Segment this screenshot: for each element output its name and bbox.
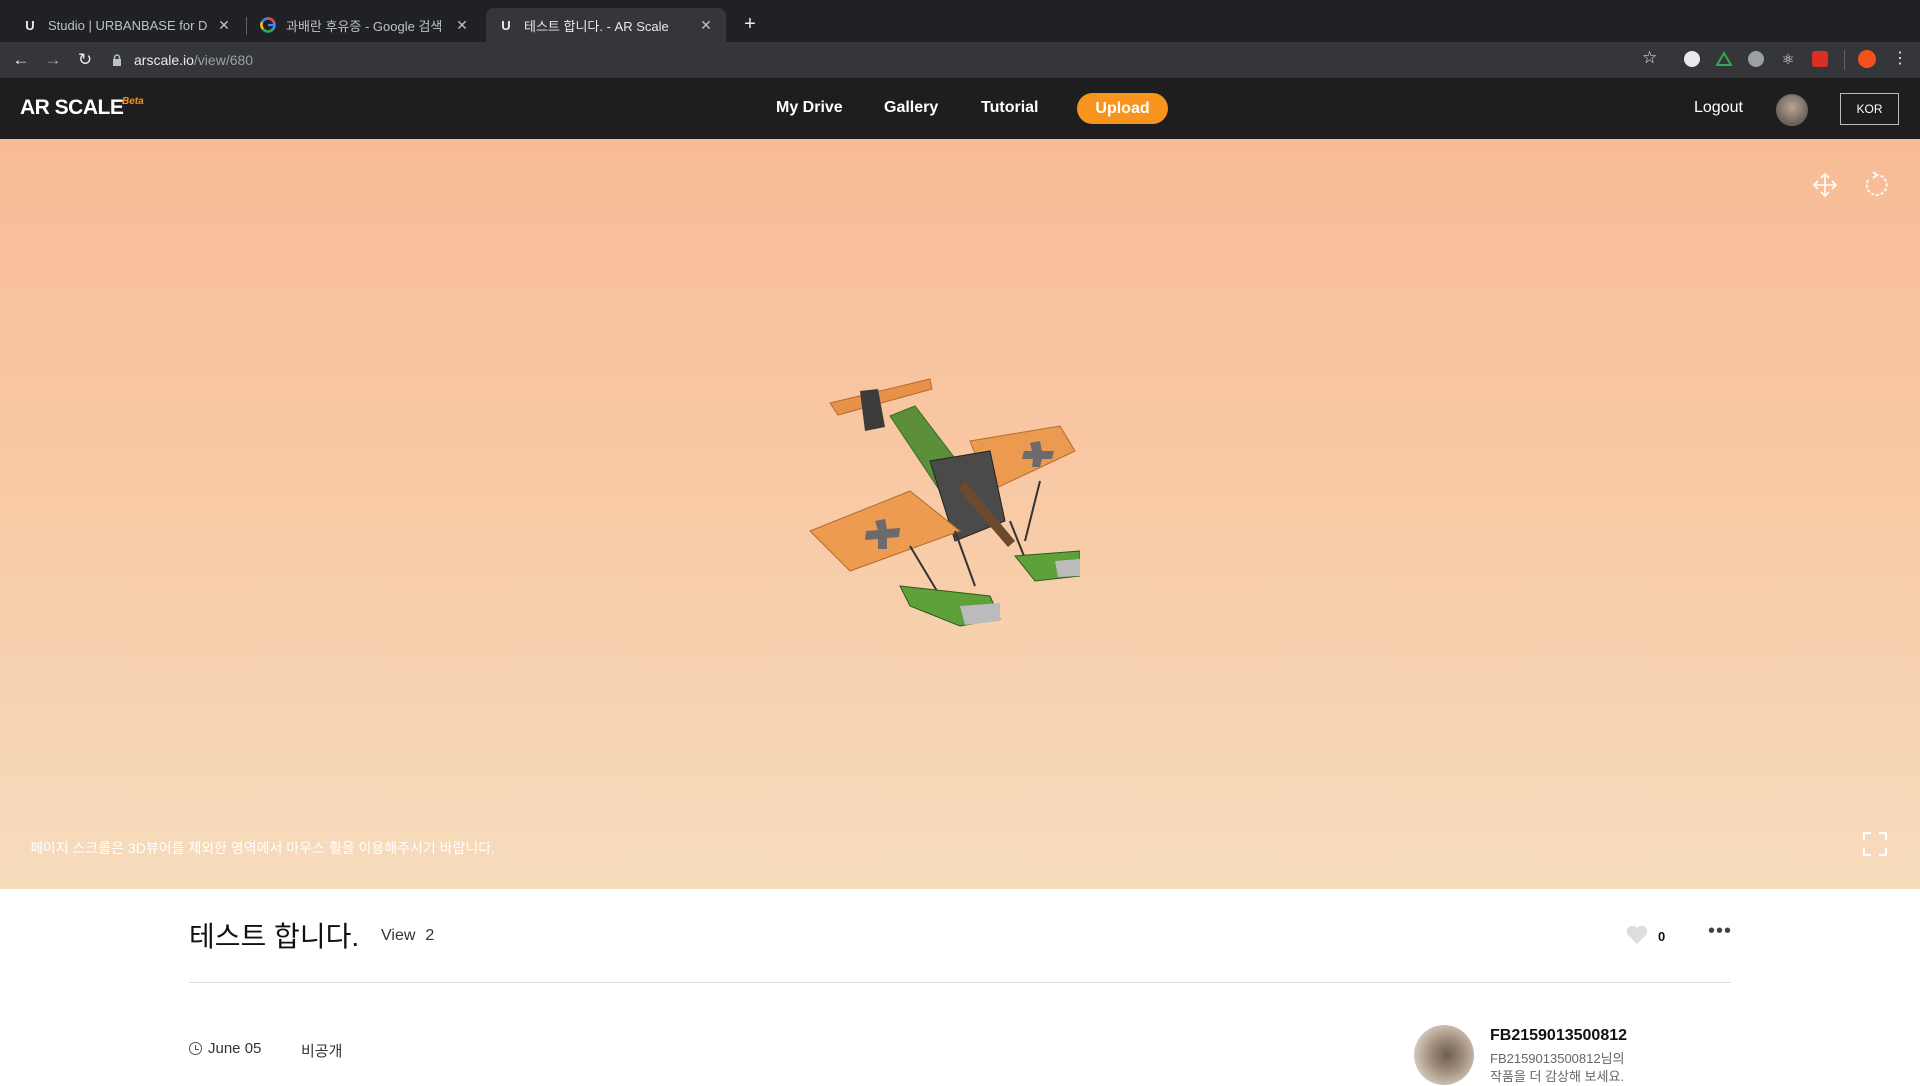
close-tab-icon[interactable]: ✕: [216, 17, 232, 34]
upload-date: June 05: [189, 1040, 261, 1057]
address-bar[interactable]: arscale.io/view/680: [112, 46, 1652, 74]
url-path: /view/680: [193, 52, 254, 68]
like-count: 0: [1658, 929, 1666, 944]
heart-icon[interactable]: [1626, 925, 1648, 947]
close-tab-icon[interactable]: ✕: [698, 17, 714, 34]
browser-tab[interactable]: 과배란 후유증 - Google 검색 ✕: [248, 8, 482, 42]
view-count: 2: [425, 927, 435, 944]
airplane-model: [809, 378, 1080, 627]
model-viewer[interactable]: 페이지 스크롤은 3D뷰어를 제외한 영역에서 마우스 휠을 이용해주시기 바랍…: [0, 139, 1920, 889]
bookmark-star-icon[interactable]: ☆: [1642, 48, 1657, 68]
section-divider: [189, 982, 1731, 983]
extension-react-icon[interactable]: ⚛: [1780, 51, 1796, 67]
lock-icon: [112, 54, 124, 66]
viewer-scroll-hint: 페이지 스크롤은 3D뷰어를 제외한 영역에서 마우스 휠을 이용해주시기 바랍…: [30, 840, 496, 856]
site-header: AR SCALE Beta My Drive Gallery Tutorial …: [0, 78, 1920, 139]
more-options-icon[interactable]: •••: [1706, 919, 1734, 947]
extension-drive-icon[interactable]: [1715, 51, 1733, 67]
item-title: 테스트 합니다.: [189, 921, 360, 952]
owner-avatar[interactable]: [1414, 1025, 1474, 1085]
date-text: June 05: [208, 1040, 262, 1057]
beta-badge: Beta: [122, 96, 144, 107]
owner-name[interactable]: FB2159013500812: [1490, 1027, 1627, 1045]
browser-tab-bar: U Studio | URBANBASE for Devel ✕ 과배란 후유증…: [0, 0, 1920, 42]
urbanbase-favicon-icon: U: [25, 17, 35, 33]
back-icon[interactable]: ←: [9, 48, 33, 72]
language-button[interactable]: KOR: [1840, 93, 1899, 125]
user-avatar[interactable]: [1776, 94, 1808, 126]
reload-icon[interactable]: ↻: [73, 48, 97, 72]
tab-title: 테스트 합니다. - AR Scale: [524, 18, 669, 34]
extension-circle-icon[interactable]: [1684, 51, 1700, 67]
tab-title: Studio | URBANBASE for Devel: [48, 17, 208, 33]
close-tab-icon[interactable]: ✕: [454, 17, 470, 34]
extension-bulb-icon[interactable]: [1748, 51, 1764, 67]
url-host: arscale.io: [134, 52, 194, 68]
upload-button[interactable]: Upload: [1077, 93, 1168, 124]
browser-tab[interactable]: U Studio | URBANBASE for Devel ✕: [10, 8, 244, 42]
owner-description: FB2159013500812님의 작품을 더 감상해 보세요.: [1490, 1051, 1625, 1084]
clock-icon: [189, 1042, 202, 1055]
fullscreen-icon[interactable]: [1863, 832, 1887, 856]
tab-separator: [246, 17, 247, 35]
view-label: View: [381, 927, 416, 944]
logout-link[interactable]: Logout: [1694, 93, 1743, 123]
nav-gallery[interactable]: Gallery: [884, 93, 938, 123]
browser-tab-active[interactable]: U 테스트 합니다. - AR Scale ✕: [486, 8, 726, 42]
forward-icon[interactable]: →: [41, 48, 65, 72]
rotate-icon[interactable]: [1861, 171, 1891, 201]
new-tab-icon[interactable]: +: [738, 12, 762, 36]
visibility-status: 비공개: [301, 1043, 343, 1060]
move-icon[interactable]: [1810, 171, 1840, 201]
tab-title: 과배란 후유증 - Google 검색: [286, 18, 443, 34]
extension-cors-icon[interactable]: [1812, 51, 1828, 67]
google-icon: [260, 17, 276, 33]
toolbar-divider: [1844, 50, 1845, 70]
view-counter: View 2: [381, 927, 434, 945]
profile-avatar[interactable]: [1858, 50, 1876, 68]
nav-tutorial[interactable]: Tutorial: [981, 93, 1038, 123]
browser-menu-icon[interactable]: ⋮: [1892, 48, 1908, 68]
nav-my-drive[interactable]: My Drive: [776, 93, 843, 123]
urbanbase-favicon-icon: U: [501, 17, 511, 33]
site-logo[interactable]: AR SCALE: [20, 96, 124, 120]
